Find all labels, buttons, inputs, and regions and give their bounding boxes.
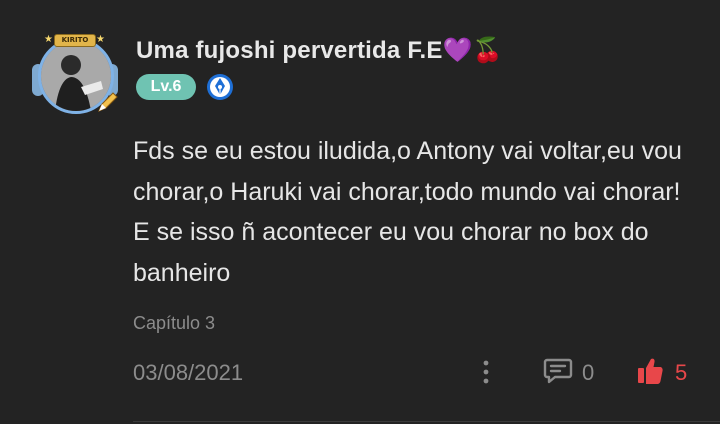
thumbs-up-icon[interactable] bbox=[636, 356, 664, 386]
cherry-emoji: 🍒 bbox=[472, 36, 503, 64]
chapter-label[interactable]: Capítulo 3 bbox=[133, 313, 215, 334]
comment-date: 03/08/2021 bbox=[133, 360, 244, 385]
star-icon: ★ bbox=[44, 34, 53, 45]
reply-bubble-icon[interactable] bbox=[543, 357, 573, 385]
author-name-text: Uma fujoshi pervertida F.E bbox=[136, 37, 443, 64]
level-badge: Lv.6 bbox=[136, 74, 196, 100]
avatar-frame-badge: KIRITO bbox=[54, 34, 96, 47]
purple-heart-emoji: 💜 bbox=[442, 36, 473, 64]
divider bbox=[133, 421, 720, 422]
reply-count: 0 bbox=[582, 360, 595, 385]
avatar[interactable]: KIRITO ★ ★ bbox=[32, 32, 122, 114]
star-icon: ★ bbox=[96, 34, 105, 45]
more-vertical-icon[interactable] bbox=[476, 359, 496, 385]
quill-pen-icon bbox=[98, 92, 118, 112]
author-name[interactable]: Uma fujoshi pervertida F.E💜🍒 bbox=[136, 36, 503, 65]
pen-nib-icon[interactable] bbox=[206, 73, 234, 101]
like-count: 5 bbox=[675, 360, 688, 385]
comment-text: Fds se eu estou iludida,o Antony vai vol… bbox=[133, 137, 682, 287]
comment-card: KIRITO ★ ★ Uma fujoshi pervertida F.E💜🍒 … bbox=[0, 0, 720, 424]
